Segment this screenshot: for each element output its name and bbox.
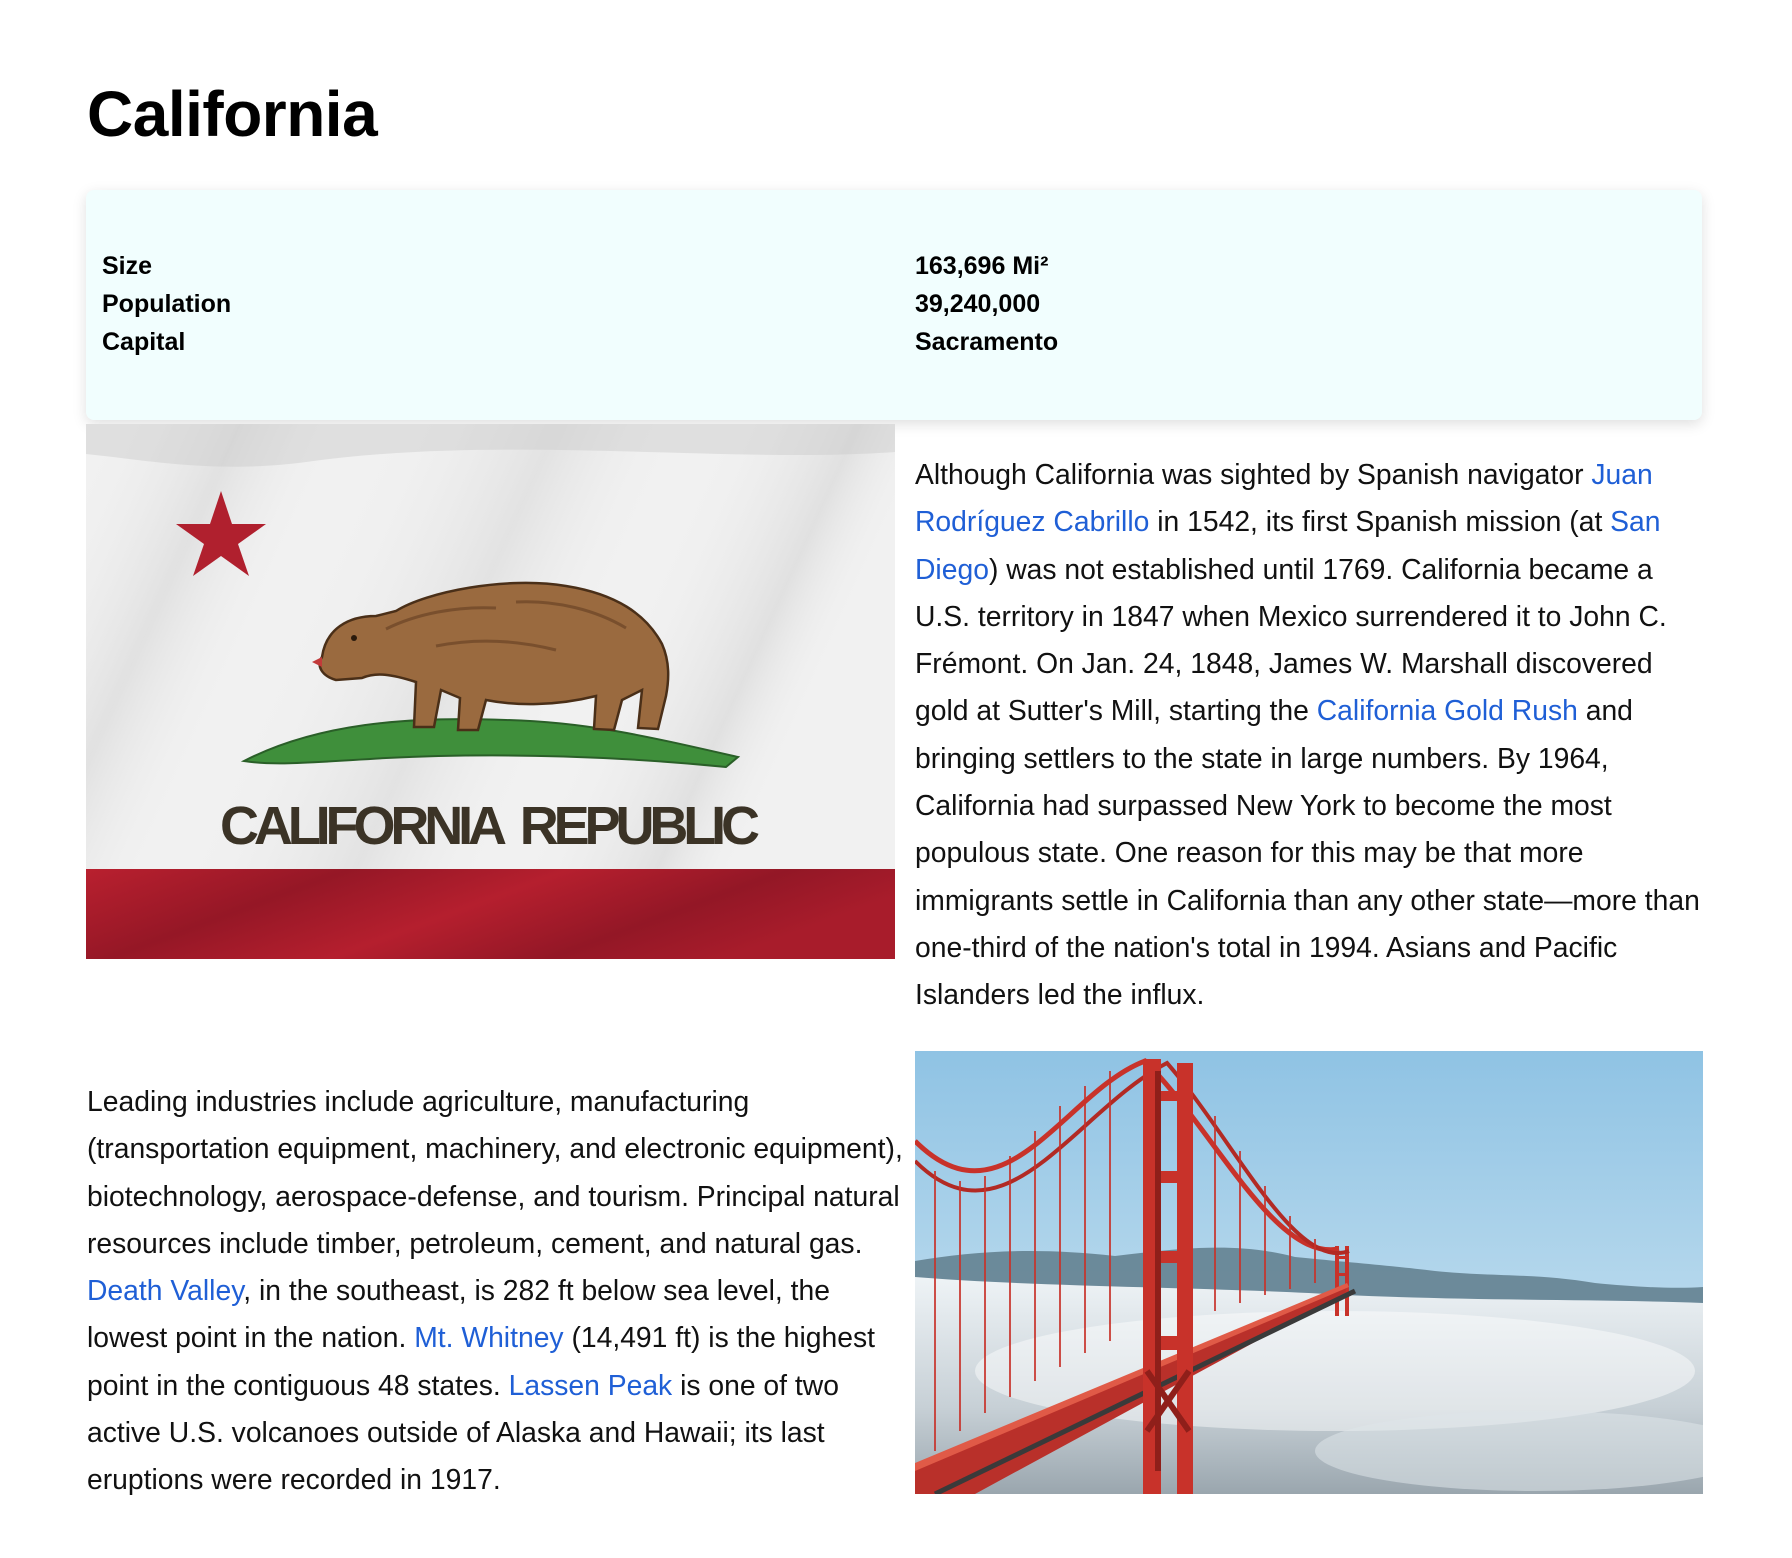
fact-row-capital: Capital Sacramento: [102, 323, 1058, 361]
link-mt-whitney[interactable]: Mt. Whitney: [414, 1321, 563, 1353]
history-paragraph: Although California was sighted by Spani…: [915, 451, 1705, 1019]
fact-row-size: Size 163,696 Mi²: [102, 247, 1058, 285]
link-lassen-peak[interactable]: Lassen Peak: [509, 1369, 673, 1401]
fact-label-capital: Capital: [102, 327, 186, 356]
fact-value-capital: Sacramento: [915, 327, 1059, 356]
fact-row-population: Population 39,240,000: [102, 285, 1058, 323]
fact-value-population: 39,240,000: [915, 289, 1041, 318]
economy-paragraph: Leading industries include agriculture, …: [87, 1078, 917, 1504]
link-death-valley[interactable]: Death Valley: [87, 1274, 243, 1306]
flag-red-stripe: [86, 869, 895, 959]
link-california-gold-rush[interactable]: California Gold Rush: [1317, 694, 1578, 726]
golden-gate-bridge-image: [915, 1051, 1703, 1494]
history-text-1: Although California was sighted by Spani…: [915, 458, 1592, 490]
page-title: California: [87, 78, 378, 150]
history-text-2: in 1542, its first Spanish mission (at: [1149, 505, 1611, 538]
economy-text-1: Leading industries include agriculture, …: [87, 1085, 903, 1259]
fact-value-size: 163,696 Mi²: [915, 251, 1049, 280]
history-text-4: and bringing settlers to the state in la…: [915, 694, 1700, 1011]
fact-label-size: Size: [102, 251, 153, 280]
facts-panel: Size 163,696 Mi² Population 39,240,000 C…: [86, 190, 1702, 420]
california-flag-image: CALIFORNIA REPUBLIC: [86, 424, 895, 959]
facts-table: Size 163,696 Mi² Population 39,240,000 C…: [102, 247, 1058, 361]
flag-caption-text: CALIFORNIA REPUBLIC: [220, 796, 760, 856]
fact-label-population: Population: [102, 289, 232, 318]
